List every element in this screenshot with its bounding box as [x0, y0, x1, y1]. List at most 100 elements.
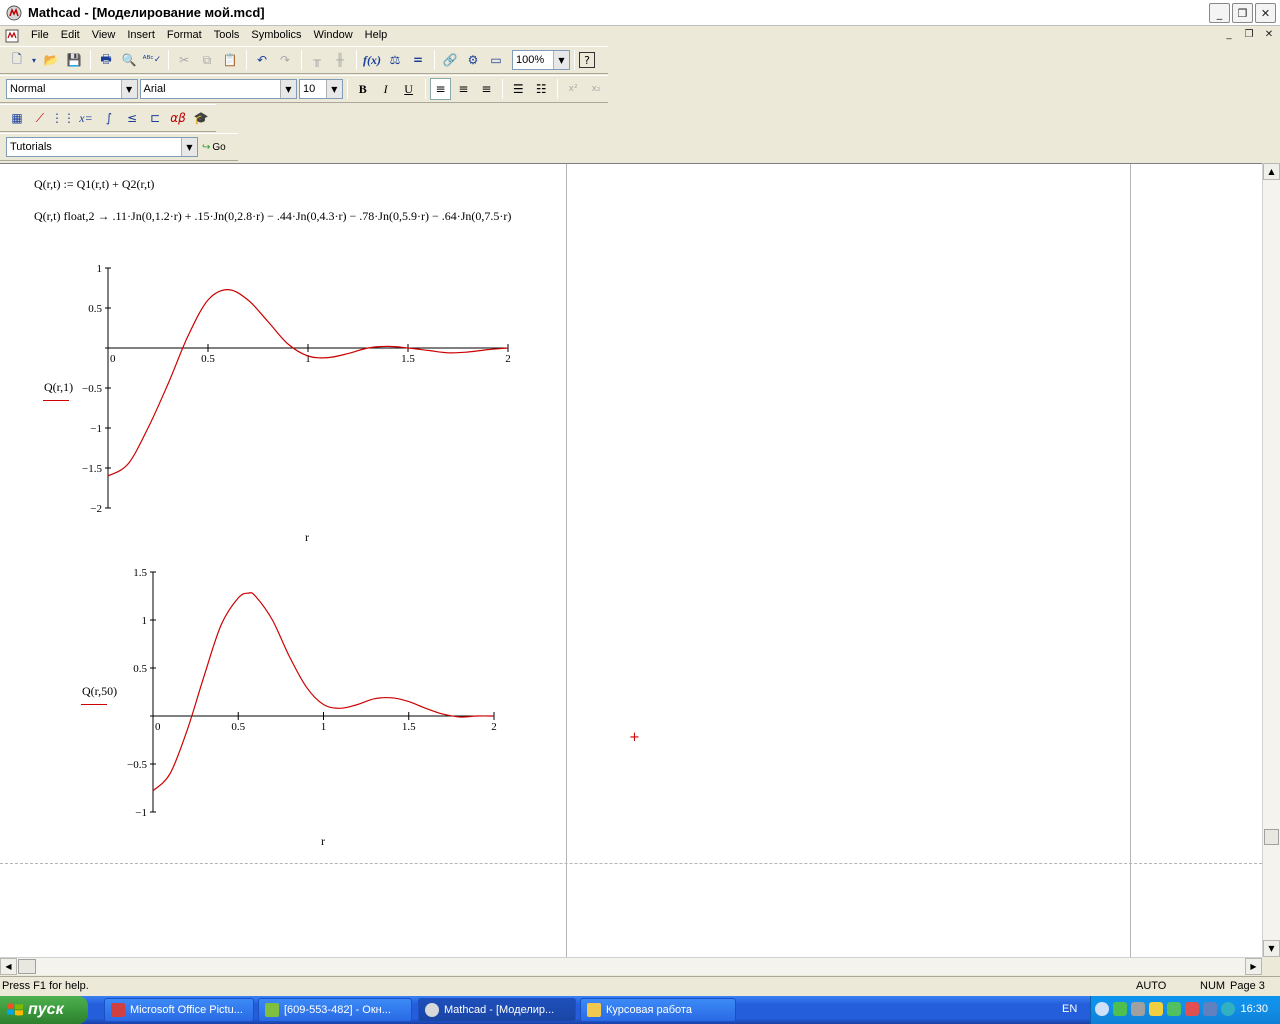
scroll-up-icon[interactable]: ▲	[1263, 163, 1280, 180]
zoom-select[interactable]: 100% ▼	[512, 50, 570, 70]
tray-app-icon[interactable]	[1113, 1002, 1127, 1016]
cut-icon[interactable]: ✂	[173, 49, 195, 71]
chevron-down-icon[interactable]: ▼	[279, 80, 296, 98]
language-indicator[interactable]: EN	[1062, 1003, 1077, 1015]
plot1-y-label[interactable]: Q(r,1)	[44, 380, 73, 395]
document-icon[interactable]	[5, 29, 19, 43]
chevron-down-icon[interactable]: ▼	[325, 80, 342, 98]
plot-1[interactable]: 0 0.5 1 1.5 210.5−0.5−1−1.5−20 0.5 1 1.5 21.510.…	[0, 164, 600, 864]
greek-icon[interactable]: αβ	[167, 107, 189, 129]
calculus-icon[interactable]: ∫	[98, 107, 120, 129]
task-remote-window[interactable]: [609-553-482] - Окн...	[258, 998, 412, 1022]
plot1-x-tick-label: 0	[110, 353, 116, 365]
symbolic-icon[interactable]: 🎓	[190, 107, 212, 129]
programming-icon[interactable]: ⊏	[144, 107, 166, 129]
doc-minimize-button[interactable]: _	[1220, 27, 1238, 43]
numbered-list-icon[interactable]: ☷	[530, 78, 552, 100]
paste-icon[interactable]: 📋	[219, 49, 241, 71]
tray-monitor-icon[interactable]	[1203, 1002, 1217, 1016]
insert-unit-icon[interactable]: ⚖	[384, 49, 406, 71]
run-component-icon[interactable]: ▭	[485, 49, 507, 71]
scroll-right-icon[interactable]: ▶	[1245, 958, 1262, 975]
style-select[interactable]: Normal ▼	[6, 79, 138, 99]
menu-tools[interactable]: Tools	[208, 27, 246, 44]
align-down-icon[interactable]: ╫	[329, 49, 351, 71]
matrix-icon[interactable]: ⋮⋮	[51, 107, 75, 129]
save-icon[interactable]: 💾	[63, 49, 85, 71]
new-document-icon[interactable]: 🗋	[6, 49, 28, 71]
underline-button[interactable]: U	[398, 78, 420, 100]
superscript-button[interactable]: x²	[562, 78, 584, 100]
chevron-down-icon[interactable]: ▼	[120, 80, 137, 98]
horizontal-scrollbar[interactable]: ◀ ▶	[0, 957, 1262, 975]
boolean-icon[interactable]: ≤	[121, 107, 143, 129]
plot2-y-tick-label: −1	[135, 807, 147, 819]
tray-app-icon[interactable]	[1221, 1002, 1235, 1016]
menu-insert[interactable]: Insert	[121, 27, 161, 44]
worksheet[interactable]: Q(r,t) := Q1(r,t) + Q2(r,t) Q(r,t) float…	[0, 163, 1262, 957]
plot2-x-label[interactable]: r	[321, 834, 325, 849]
tray-home-icon[interactable]	[1185, 1002, 1199, 1016]
menu-help[interactable]: Help	[359, 27, 394, 44]
start-button[interactable]: пуск	[0, 996, 88, 1024]
plot2-y-label[interactable]: Q(r,50)	[82, 684, 117, 699]
copy-icon[interactable]: ⧉	[196, 49, 218, 71]
insert-function-icon[interactable]: f(x)	[361, 49, 383, 71]
task-picture-manager[interactable]: Microsoft Office Pictu...	[104, 998, 254, 1022]
align-right-icon[interactable]: ≡	[475, 78, 497, 100]
horizontal-scroll-thumb[interactable]	[18, 959, 36, 974]
minimize-button[interactable]: _	[1209, 3, 1230, 23]
task-mathcad[interactable]: Mathcad - [Моделир...	[418, 998, 576, 1022]
evaluation-icon[interactable]: x=	[75, 107, 97, 129]
tray-expand-icon[interactable]	[1095, 1002, 1109, 1016]
go-label: Go	[212, 141, 226, 153]
doc-restore-button[interactable]: ❐	[1240, 27, 1258, 43]
font-size-select[interactable]: 10 ▼	[298, 79, 343, 99]
undo-icon[interactable]: ↶	[251, 49, 273, 71]
menu-format[interactable]: Format	[161, 27, 208, 44]
bold-button[interactable]: B	[352, 78, 374, 100]
doc-close-button[interactable]: ✕	[1260, 27, 1278, 43]
scroll-down-icon[interactable]: ▼	[1263, 940, 1280, 957]
align-center-icon[interactable]: ≡	[452, 78, 474, 100]
restore-button[interactable]: ❐	[1232, 3, 1253, 23]
insert-hyperlink-icon[interactable]: 🔗	[439, 49, 461, 71]
print-icon[interactable]: 🖶	[95, 49, 117, 71]
menu-file[interactable]: File	[25, 27, 55, 44]
tray-check-icon[interactable]	[1167, 1002, 1181, 1016]
align-left-icon[interactable]: ≡	[429, 78, 452, 100]
close-button[interactable]: ✕	[1255, 3, 1276, 23]
menu-window[interactable]: Window	[308, 27, 359, 44]
task-folder[interactable]: Курсовая работа	[580, 998, 736, 1022]
calculate-icon[interactable]: =	[407, 49, 429, 71]
vertical-scrollbar[interactable]: ▲ ▼	[1262, 163, 1280, 957]
open-folder-icon[interactable]: 📂	[40, 49, 62, 71]
tray-network-icon[interactable]	[1131, 1002, 1145, 1016]
go-button[interactable]: ↪ Go	[202, 142, 226, 153]
font-select[interactable]: Arial ▼	[139, 79, 297, 99]
font-size-value: 10	[302, 83, 316, 95]
calculator-icon[interactable]: ▦	[6, 107, 28, 129]
italic-button[interactable]: I	[375, 78, 397, 100]
scroll-left-icon[interactable]: ◀	[0, 958, 17, 975]
print-preview-icon[interactable]: 🔍	[118, 49, 140, 71]
chevron-down-icon[interactable]: ▼	[181, 138, 197, 156]
graph-icon[interactable]: ⟋	[29, 107, 51, 129]
plot1-x-label[interactable]: r	[305, 530, 309, 545]
help-icon[interactable]: ?	[579, 52, 595, 68]
subscript-button[interactable]: x₂	[585, 78, 607, 100]
menu-symbolics[interactable]: Symbolics	[245, 27, 307, 44]
new-dropdown-icon[interactable]: ▾	[29, 49, 39, 71]
clock[interactable]: 16:30	[1240, 1003, 1268, 1015]
redo-icon[interactable]: ↷	[274, 49, 296, 71]
bullet-list-icon[interactable]: ☰	[507, 78, 529, 100]
vertical-scroll-thumb[interactable]	[1264, 829, 1279, 845]
component-wizard-icon[interactable]: ⚙	[462, 49, 484, 71]
spell-check-icon[interactable]: ᴬᴮᶜ✓	[141, 49, 163, 71]
align-top-icon[interactable]: ╥	[306, 49, 328, 71]
resources-select[interactable]: Tutorials ▼	[6, 137, 198, 157]
menu-edit[interactable]: Edit	[55, 27, 86, 44]
chevron-down-icon[interactable]: ▼	[553, 51, 569, 69]
menu-view[interactable]: View	[86, 27, 122, 44]
tray-app-icon[interactable]	[1149, 1002, 1163, 1016]
